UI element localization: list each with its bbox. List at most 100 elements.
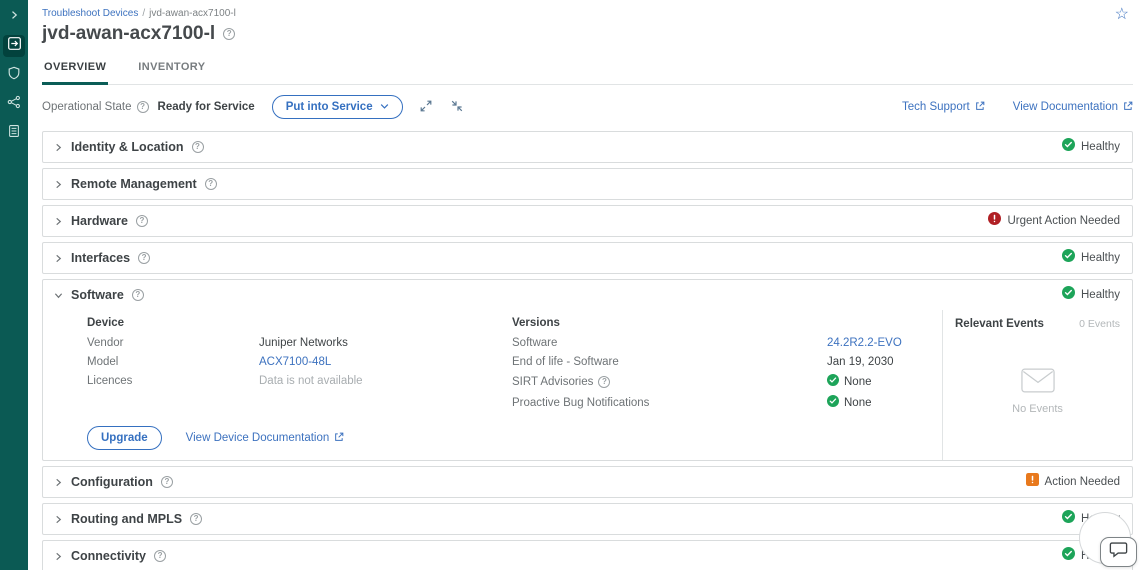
eol-label: End of life - Software [512, 355, 827, 369]
chevron-right-icon [53, 217, 63, 226]
chat-button[interactable] [1100, 537, 1137, 567]
section-hardware: Hardware ? Urgent Action Needed [42, 205, 1133, 237]
sidebar-item-topology[interactable] [3, 93, 25, 115]
collapse-all-icon [451, 100, 463, 115]
tab-overview[interactable]: OVERVIEW [42, 53, 108, 85]
help-icon[interactable]: ? [154, 550, 166, 562]
status-label: Healthy [1081, 289, 1120, 301]
help-icon[interactable]: ? [161, 476, 173, 488]
tech-support-link[interactable]: Tech Support [902, 101, 985, 114]
bug-notifications-label: Proactive Bug Notifications [512, 396, 827, 410]
chevron-down-icon [53, 291, 63, 300]
model-value-link[interactable]: ACX7100-48L [259, 355, 331, 369]
licences-label: Licences [87, 374, 259, 388]
urgent-status-icon [988, 212, 1001, 230]
help-icon[interactable]: ? [223, 28, 235, 40]
section-identity-location: Identity & Location ? Healthy [42, 131, 1133, 163]
section-title: Identity & Location [71, 140, 184, 154]
chevron-right-icon [53, 478, 63, 487]
envelope-icon [1021, 368, 1055, 396]
toolbar: Operational State ? Ready for Service Pu… [42, 85, 1133, 129]
help-icon[interactable]: ? [132, 289, 144, 301]
help-icon[interactable]: ? [192, 141, 204, 153]
software-version-label: Software [512, 336, 827, 350]
operational-state-label: Operational State ? [42, 101, 149, 113]
healthy-status-icon [1062, 286, 1075, 304]
vendor-value: Juniper Networks [259, 336, 348, 350]
help-icon[interactable]: ? [205, 178, 217, 190]
tech-support-label: Tech Support [902, 101, 970, 113]
device-group-title: Device [87, 317, 512, 329]
relevant-events-panel: Relevant Events 0 Events No Events [942, 310, 1132, 460]
sidebar-item-troubleshoot-devices[interactable] [3, 35, 25, 57]
section-header-interfaces[interactable]: Interfaces ? Healthy [43, 243, 1132, 273]
topology-icon [7, 95, 21, 114]
view-device-documentation-link[interactable]: View Device Documentation [186, 432, 345, 445]
section-software: Software ? Healthy Device Vendor [42, 279, 1133, 461]
external-link-icon [334, 432, 344, 445]
breadcrumb-current: jvd-awan-acx7100-l [149, 8, 236, 19]
sirt-value: None [827, 374, 872, 390]
operational-state-value: Ready for Service [158, 101, 255, 113]
healthy-status-icon [1062, 138, 1075, 156]
healthy-check-icon [827, 374, 839, 390]
favorite-star-icon[interactable]: ☆ [1115, 7, 1129, 23]
vendor-label: Vendor [87, 336, 259, 350]
section-title: Routing and MPLS [71, 512, 182, 526]
healthy-status-icon [1062, 249, 1075, 267]
section-header-configuration[interactable]: Configuration ? Action Needed [43, 467, 1132, 497]
sidebar-expand-button[interactable] [3, 6, 25, 28]
breadcrumb-troubleshoot-devices[interactable]: Troubleshoot Devices [42, 8, 138, 19]
help-icon[interactable]: ? [137, 101, 149, 113]
section-header-remote-management[interactable]: Remote Management ? [43, 169, 1132, 199]
section-header-identity-location[interactable]: Identity & Location ? Healthy [43, 132, 1132, 162]
troubleshoot-devices-icon [7, 36, 22, 56]
licences-row: Licences Data is not available [87, 374, 512, 388]
help-icon[interactable]: ? [190, 513, 202, 525]
healthy-status-icon [1062, 547, 1075, 565]
status-label: Action Needed [1045, 476, 1120, 488]
section-routing-mpls: Routing and MPLS ? Healthy [42, 503, 1133, 535]
chevron-right-icon [53, 515, 63, 524]
healthy-check-icon [827, 395, 839, 411]
collapse-all-button[interactable] [449, 98, 465, 117]
sidebar-item-inventory-list[interactable] [3, 122, 25, 144]
events-count: 0 Events [1079, 318, 1120, 330]
no-events-label: No Events [1012, 403, 1063, 415]
section-title: Interfaces [71, 251, 130, 265]
section-title: Remote Management [71, 177, 197, 191]
main-content: Troubleshoot Devices/jvd-awan-acx7100-l … [28, 0, 1143, 570]
status-label: Urgent Action Needed [1007, 215, 1120, 227]
view-documentation-link[interactable]: View Documentation [1013, 101, 1133, 114]
eol-row: End of life - Software Jan 19, 2030 [512, 355, 922, 369]
section-header-connectivity[interactable]: Connectivity ? Healthy [43, 541, 1132, 570]
put-into-service-button[interactable]: Put into Service [272, 95, 403, 119]
action-needed-status-icon [1026, 473, 1039, 491]
tab-bar: OVERVIEW INVENTORY [42, 53, 1133, 85]
external-link-icon [1123, 101, 1133, 114]
section-list: Identity & Location ? Healthy Remote Man… [42, 131, 1133, 570]
sirt-value-text: None [844, 375, 872, 389]
tab-inventory[interactable]: INVENTORY [136, 53, 207, 85]
shield-icon [7, 66, 21, 85]
sirt-label-text: SIRT Advisories [512, 375, 593, 389]
help-icon[interactable]: ? [598, 376, 610, 388]
section-header-routing-mpls[interactable]: Routing and MPLS ? Healthy [43, 504, 1132, 534]
page-title: jvd-awan-acx7100-l [42, 23, 215, 45]
section-header-hardware[interactable]: Hardware ? Urgent Action Needed [43, 206, 1132, 236]
bug-notifications-value-text: None [844, 396, 872, 410]
expand-all-button[interactable] [418, 98, 434, 117]
chevron-right-icon [8, 8, 20, 26]
help-icon[interactable]: ? [138, 252, 150, 264]
expand-all-icon [420, 100, 432, 115]
status-label: Healthy [1081, 252, 1120, 264]
relevant-events-title: Relevant Events [955, 318, 1044, 330]
help-icon[interactable]: ? [136, 215, 148, 227]
external-link-icon [975, 101, 985, 114]
put-into-service-label: Put into Service [286, 101, 373, 113]
upgrade-button[interactable]: Upgrade [87, 426, 162, 450]
software-version-value-link[interactable]: 24.2R2.2-EVO [827, 336, 902, 350]
section-header-software[interactable]: Software ? Healthy [43, 280, 1132, 310]
section-interfaces: Interfaces ? Healthy [42, 242, 1133, 274]
sidebar-item-security[interactable] [3, 64, 25, 86]
